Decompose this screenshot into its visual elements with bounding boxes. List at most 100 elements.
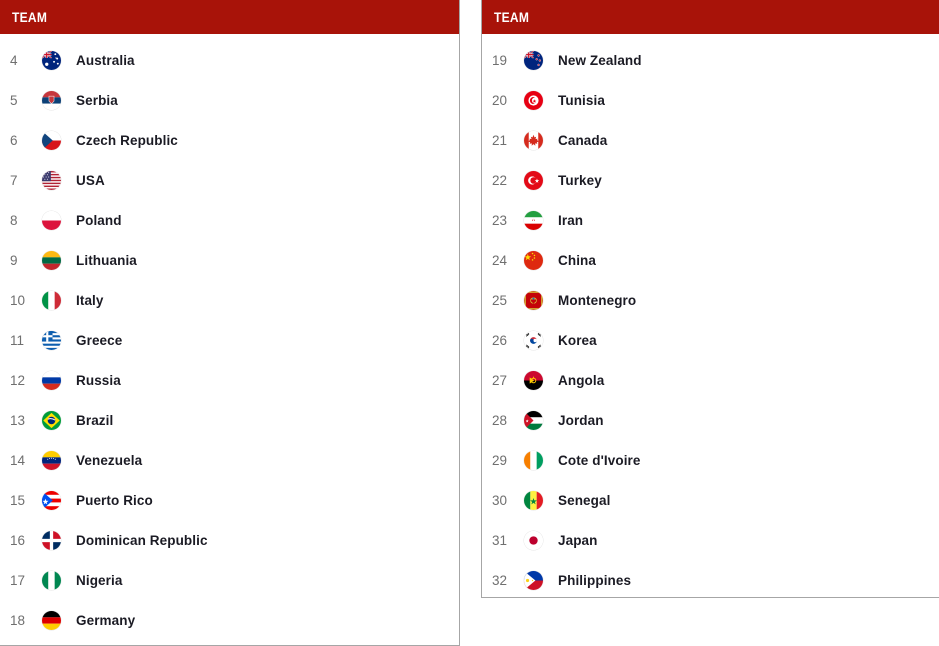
flag-japan-icon	[524, 530, 543, 550]
row-team-name: Nigeria	[76, 572, 123, 588]
table-row[interactable]: 17 Nigeria	[0, 560, 459, 600]
row-flag-cell	[524, 290, 558, 310]
table-row[interactable]: 18 Germany	[0, 600, 459, 640]
row-flag-cell	[524, 50, 558, 70]
row-team-name: New Zealand	[558, 52, 642, 68]
row-rank: 26	[492, 332, 508, 348]
flag-puerto-rico-icon	[42, 490, 61, 510]
row-team-name: Iran	[558, 212, 584, 228]
table-row[interactable]: 11 Greece	[0, 320, 459, 360]
table-row[interactable]: 20 Tunisia	[482, 80, 939, 120]
table-row[interactable]: 10 Italy	[0, 280, 459, 320]
panel-header-left: TEAM	[0, 0, 459, 34]
row-flag-cell	[42, 290, 76, 310]
row-flag-cell	[524, 370, 558, 390]
flag-russia-icon	[42, 370, 61, 390]
row-rank: 19	[492, 52, 508, 68]
table-row[interactable]: 30 Senegal	[482, 480, 939, 520]
row-team-name: Dominican Republic	[76, 532, 208, 548]
row-team-name: Cote d'Ivoire	[558, 452, 641, 468]
flag-senegal-icon	[524, 490, 543, 510]
row-rank: 14	[10, 452, 26, 468]
row-team-name: Montenegro	[558, 292, 637, 308]
team-ranking-panel-left: TEAM 4 Australia 5 Serbia 6 Czech Republic 7 US…	[0, 0, 460, 646]
row-team-name: Japan	[558, 532, 598, 548]
table-row[interactable]: 32 Philippines	[482, 560, 939, 597]
row-team-name: Jordan	[558, 412, 604, 428]
flag-new-zealand-icon	[524, 50, 543, 70]
row-team-name: Brazil	[76, 412, 114, 428]
flag-korea-icon	[524, 330, 543, 350]
table-row[interactable]: 4 Australia	[0, 40, 459, 80]
table-row[interactable]: 25 Montenegro	[482, 280, 939, 320]
flag-usa-icon	[42, 170, 61, 190]
row-team-name: Germany	[76, 612, 136, 628]
row-team-name: USA	[76, 172, 105, 188]
flag-tunisia-icon	[524, 90, 543, 110]
row-rank: 28	[492, 412, 508, 428]
table-row[interactable]: 26 Korea	[482, 320, 939, 360]
flag-czech-republic-icon	[42, 130, 61, 150]
row-flag-cell	[42, 130, 76, 150]
row-rank: 4	[10, 52, 18, 68]
table-row[interactable]: 14 Venezuela	[0, 440, 459, 480]
row-team-name: Angola	[558, 372, 605, 388]
table-row[interactable]: 16 Dominican Republic	[0, 520, 459, 560]
table-row[interactable]: 23 Iran	[482, 200, 939, 240]
row-flag-cell	[42, 570, 76, 590]
row-rank: 9	[10, 252, 18, 268]
team-ranking-panel-right: TEAM 19 New Zealand 20 Tunisia 21 Canada 22 Tur…	[481, 0, 939, 598]
row-rank: 12	[10, 372, 26, 388]
table-row[interactable]: 29 Cote d'Ivoire	[482, 440, 939, 480]
row-rank: 6	[10, 132, 18, 148]
row-team-name: Philippines	[558, 572, 632, 588]
panel-header-right: TEAM	[482, 0, 939, 34]
table-row[interactable]: 21 Canada	[482, 120, 939, 160]
row-flag-cell	[42, 210, 76, 230]
row-rank: 31	[492, 532, 508, 548]
row-flag-cell	[42, 490, 76, 510]
flag-serbia-icon	[42, 90, 61, 110]
row-flag-cell	[42, 410, 76, 430]
row-rank: 30	[492, 492, 508, 508]
table-row[interactable]: 27 Angola	[482, 360, 939, 400]
table-row[interactable]: 24 China	[482, 240, 939, 280]
table-row[interactable]: 9 Lithuania	[0, 240, 459, 280]
row-flag-cell	[42, 530, 76, 550]
table-row[interactable]: 7 USA	[0, 160, 459, 200]
row-rank: 8	[10, 212, 18, 228]
flag-montenegro-icon	[524, 290, 543, 310]
table-row[interactable]: 19 New Zealand	[482, 40, 939, 80]
row-flag-cell	[524, 210, 558, 230]
row-rank: 16	[10, 532, 26, 548]
flag-canada-icon	[524, 130, 543, 150]
row-rank: 13	[10, 412, 26, 428]
row-team-name: Venezuela	[76, 452, 143, 468]
row-flag-cell	[524, 90, 558, 110]
table-row[interactable]: 28 Jordan	[482, 400, 939, 440]
table-row[interactable]: 12 Russia	[0, 360, 459, 400]
row-team-name: Italy	[76, 292, 104, 308]
row-flag-cell	[524, 130, 558, 150]
table-row[interactable]: 13 Brazil	[0, 400, 459, 440]
table-row[interactable]: 8 Poland	[0, 200, 459, 240]
row-team-name: Canada	[558, 132, 608, 148]
row-rank: 27	[492, 372, 508, 388]
row-team-name: Serbia	[76, 92, 118, 108]
table-row[interactable]: 31 Japan	[482, 520, 939, 560]
row-team-name: Australia	[76, 52, 135, 68]
table-row[interactable]: 6 Czech Republic	[0, 120, 459, 160]
flag-venezuela-icon	[42, 450, 61, 470]
row-team-name: Poland	[76, 212, 122, 228]
flag-turkey-icon	[524, 170, 543, 190]
row-team-name: Tunisia	[558, 92, 605, 108]
row-flag-cell	[42, 370, 76, 390]
table-row[interactable]: 5 Serbia	[0, 80, 459, 120]
table-row[interactable]: 22 Turkey	[482, 160, 939, 200]
row-flag-cell	[524, 330, 558, 350]
row-rank: 20	[492, 92, 508, 108]
row-flag-cell	[524, 570, 558, 590]
flag-jordan-icon	[524, 410, 543, 430]
flag-china-icon	[524, 250, 543, 270]
table-row[interactable]: 15 Puerto Rico	[0, 480, 459, 520]
